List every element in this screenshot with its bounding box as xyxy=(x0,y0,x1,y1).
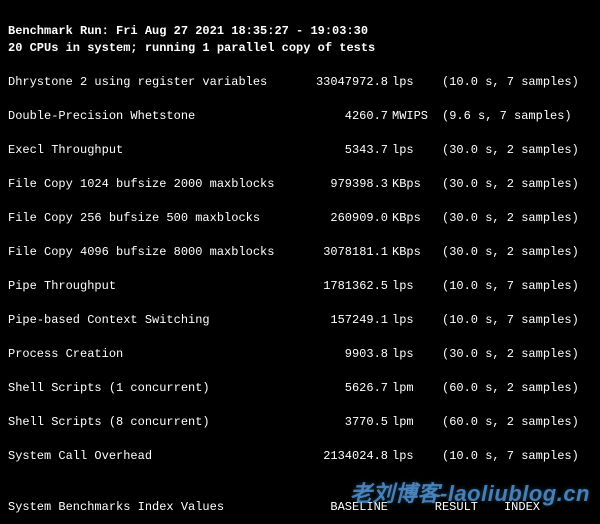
throughput-row: Execl Throughput5343.7lps(30.0 s, 2 samp… xyxy=(8,142,592,159)
test-name: Execl Throughput xyxy=(8,142,308,159)
index-title: System Benchmarks Index Values xyxy=(8,499,308,516)
test-value: 5626.7 xyxy=(308,380,388,397)
test-unit: lps xyxy=(388,448,434,465)
test-name: System Call Overhead xyxy=(8,448,308,465)
test-timing: (10.0 s, 7 samples) xyxy=(434,312,592,329)
test-timing: (30.0 s, 2 samples) xyxy=(434,210,592,227)
test-value: 1781362.5 xyxy=(308,278,388,295)
throughput-block: Dhrystone 2 using register variables3304… xyxy=(8,74,592,482)
benchmark-run-line: Benchmark Run: Fri Aug 27 2021 18:35:27 … xyxy=(8,24,368,38)
test-timing: (30.0 s, 2 samples) xyxy=(434,244,592,261)
test-timing: (30.0 s, 2 samples) xyxy=(434,142,592,159)
throughput-row: File Copy 1024 bufsize 2000 maxblocks979… xyxy=(8,176,592,193)
test-unit: lps xyxy=(388,142,434,159)
col-result: RESULT xyxy=(388,499,478,516)
test-value: 4260.7 xyxy=(308,108,388,125)
test-value: 33047972.8 xyxy=(308,74,388,91)
test-name: File Copy 4096 bufsize 8000 maxblocks xyxy=(8,244,308,261)
test-unit: lps xyxy=(388,346,434,363)
test-name: Double-Precision Whetstone xyxy=(8,108,308,125)
throughput-row: Dhrystone 2 using register variables3304… xyxy=(8,74,592,91)
test-unit: KBps xyxy=(388,210,434,227)
test-name: Pipe-based Context Switching xyxy=(8,312,308,329)
throughput-row: File Copy 256 bufsize 500 maxblocks26090… xyxy=(8,210,592,227)
cpu-info-line: 20 CPUs in system; running 1 parallel co… xyxy=(8,41,375,55)
test-unit: lpm xyxy=(388,380,434,397)
blank-line xyxy=(8,482,592,499)
throughput-row: Pipe-based Context Switching157249.1lps(… xyxy=(8,312,592,329)
test-name: Dhrystone 2 using register variables xyxy=(8,74,308,91)
test-unit: lpm xyxy=(388,414,434,431)
test-unit: lps xyxy=(388,312,434,329)
test-unit: KBps xyxy=(388,176,434,193)
test-timing: (9.6 s, 7 samples) xyxy=(434,108,592,125)
test-name: Shell Scripts (1 concurrent) xyxy=(8,380,308,397)
throughput-row: Double-Precision Whetstone4260.7MWIPS(9.… xyxy=(8,108,592,125)
test-name: File Copy 256 bufsize 500 maxblocks xyxy=(8,210,308,227)
test-unit: KBps xyxy=(388,244,434,261)
test-name: Pipe Throughput xyxy=(8,278,308,295)
test-name: File Copy 1024 bufsize 2000 maxblocks xyxy=(8,176,308,193)
test-value: 3770.5 xyxy=(308,414,388,431)
test-value: 2134024.8 xyxy=(308,448,388,465)
test-value: 3078181.1 xyxy=(308,244,388,261)
test-timing: (10.0 s, 7 samples) xyxy=(434,74,592,91)
throughput-row: Pipe Throughput1781362.5lps(10.0 s, 7 sa… xyxy=(8,278,592,295)
throughput-row: File Copy 4096 bufsize 8000 maxblocks307… xyxy=(8,244,592,261)
throughput-row: Shell Scripts (1 concurrent)5626.7lpm(60… xyxy=(8,380,592,397)
test-timing: (30.0 s, 2 samples) xyxy=(434,176,592,193)
throughput-row: Shell Scripts (8 concurrent)3770.5lpm(60… xyxy=(8,414,592,431)
test-name: Process Creation xyxy=(8,346,308,363)
col-index: INDEX xyxy=(478,499,540,516)
test-value: 979398.3 xyxy=(308,176,388,193)
test-unit: lps xyxy=(388,278,434,295)
test-timing: (30.0 s, 2 samples) xyxy=(434,346,592,363)
blank-line xyxy=(8,57,592,74)
test-value: 260909.0 xyxy=(308,210,388,227)
throughput-row: System Call Overhead2134024.8lps(10.0 s,… xyxy=(8,448,592,465)
test-timing: (10.0 s, 7 samples) xyxy=(434,448,592,465)
test-timing: (60.0 s, 2 samples) xyxy=(434,380,592,397)
test-unit: lps xyxy=(388,74,434,91)
test-value: 5343.7 xyxy=(308,142,388,159)
throughput-row: Process Creation9903.8lps(30.0 s, 2 samp… xyxy=(8,346,592,363)
terminal-output: Benchmark Run: Fri Aug 27 2021 18:35:27 … xyxy=(0,0,600,524)
col-baseline: BASELINE xyxy=(308,499,388,516)
test-value: 157249.1 xyxy=(308,312,388,329)
test-name: Shell Scripts (8 concurrent) xyxy=(8,414,308,431)
index-header-row: System Benchmarks Index ValuesBASELINERE… xyxy=(8,499,592,516)
test-value: 9903.8 xyxy=(308,346,388,363)
test-timing: (60.0 s, 2 samples) xyxy=(434,414,592,431)
test-unit: MWIPS xyxy=(388,108,434,125)
test-timing: (10.0 s, 7 samples) xyxy=(434,278,592,295)
